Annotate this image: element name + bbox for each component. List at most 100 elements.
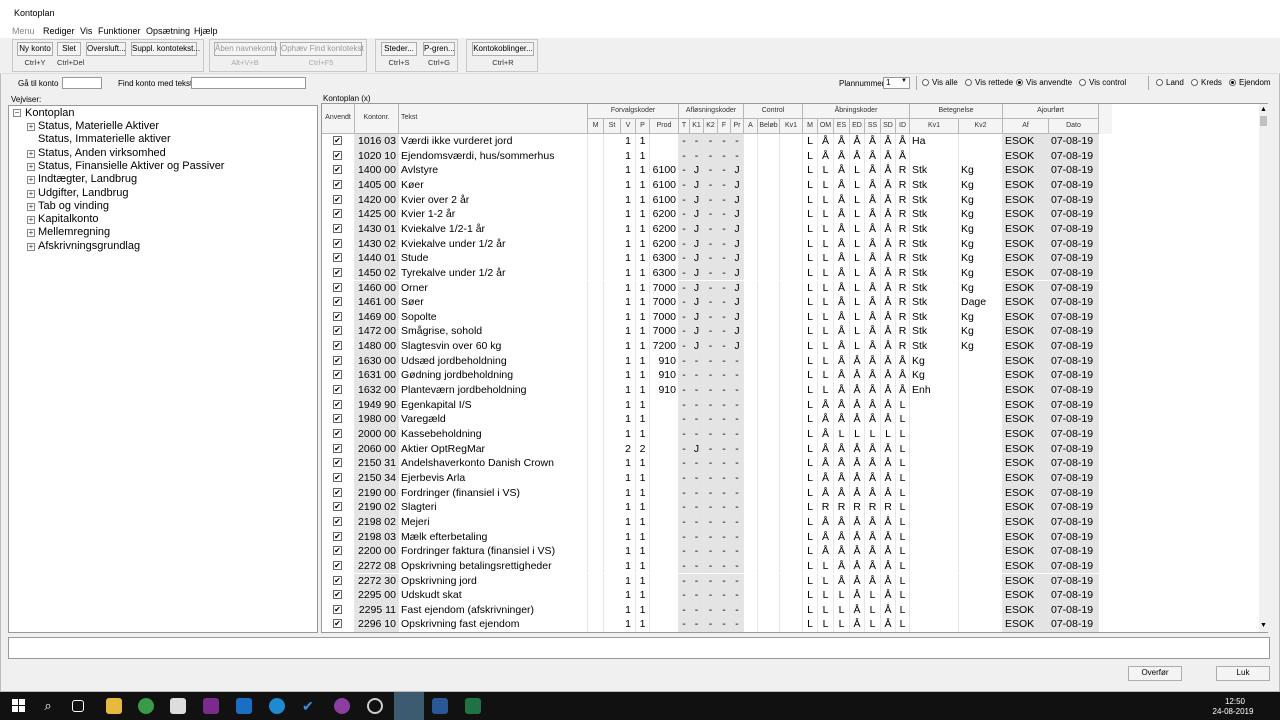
search-icon[interactable]: ⌕ <box>40 698 56 714</box>
checkmark-app-icon[interactable]: ✔ <box>302 698 318 714</box>
column-header-0[interactable]: Anvendt <box>322 104 355 134</box>
view-radio-2[interactable] <box>1016 79 1023 86</box>
checkbox-checked-icon[interactable]: ✔ <box>333 297 342 307</box>
cell-tekst-2[interactable]: Orner <box>399 280 588 296</box>
cell-tekst-2[interactable]: Slagtesvin over 60 kg <box>399 339 588 354</box>
view-radio-1[interactable] <box>965 79 972 86</box>
tree-item-9[interactable]: Afskrivningsgrundlag <box>38 240 140 252</box>
expand-icon[interactable]: + <box>27 229 35 238</box>
cell-tekst-2[interactable]: Gødning jordbeholdning <box>399 368 588 384</box>
excel-icon[interactable] <box>465 698 481 714</box>
expand-icon[interactable]: + <box>27 189 35 198</box>
column-header-8[interactable]: T <box>679 119 690 134</box>
cell-tekst-2[interactable]: Opskrivning betalingsrettigheder <box>399 558 588 574</box>
close-button[interactable]: Luk <box>1216 666 1270 681</box>
tree-item-6[interactable]: Tab og vinding <box>38 200 109 212</box>
toolbar-button-g2-0[interactable]: Åben navnekonto <box>214 42 277 56</box>
windows-start-icon[interactable] <box>12 699 26 713</box>
expand-icon[interactable]: + <box>27 162 35 171</box>
table-row[interactable]: ✔ 1020 10 Ejendomsværdi, hus/sommerhus 1 1- -… <box>322 148 1100 164</box>
table-row[interactable]: ✔ 1425 00 Kvier 1-2 år 1 1 6200- J - - J L L Å L Å Å R St… <box>322 207 1100 222</box>
toolbar-button-g1-3[interactable]: Suppl. kontotekst... <box>131 42 200 56</box>
checkbox-checked-icon[interactable]: ✔ <box>333 311 342 321</box>
level-radio-2[interactable] <box>1229 79 1236 86</box>
expand-icon[interactable]: + <box>27 216 35 225</box>
checkbox-checked-icon[interactable]: ✔ <box>333 209 342 219</box>
checkbox-checked-icon[interactable]: ✔ <box>333 267 342 277</box>
tree-item-1[interactable]: Status, Immaterielle aktiver <box>38 133 171 145</box>
cell-tekst-2[interactable]: Stude <box>399 251 588 266</box>
column-header-14[interactable]: Beløb <box>758 119 780 134</box>
toolbar-button-g3-1[interactable]: P-gren... <box>423 42 455 56</box>
checkbox-checked-icon[interactable]: ✔ <box>333 223 342 233</box>
column-header-19[interactable]: ED <box>850 119 865 134</box>
tree-item-8[interactable]: Mellemregning <box>38 226 110 238</box>
tree-item-7[interactable]: Kapitalkonto <box>38 213 99 225</box>
tree-item-3[interactable]: Status, Finansielle Aktiver og Passiver <box>38 160 224 172</box>
checkbox-checked-icon[interactable]: ✔ <box>333 136 342 145</box>
checkbox-checked-icon[interactable]: ✔ <box>333 443 342 453</box>
table-row[interactable]: ✔ 1016 03 Værdi ikke vurderet jord 1 1- - - - - L… <box>322 134 1100 149</box>
table-row[interactable]: ✔ 2295 11 Fast ejendom (afskrivninger) 1 1- -… <box>322 602 1100 618</box>
scroll-down-icon[interactable]: ▼ <box>1260 622 1267 629</box>
column-header-1[interactable]: Kontonr. <box>355 104 399 134</box>
level-radio-1[interactable] <box>1191 79 1198 86</box>
table-row[interactable]: ✔ 1430 02 Kviekalve under 1/2 år 1 1 6200- J - -… <box>322 236 1100 252</box>
cell-tekst-2[interactable]: Værdi ikke vurderet jord <box>399 134 588 149</box>
table-row[interactable]: ✔ 1440 01 Stude 1 1 6300- J - - J L L Å L Å Å R Stk Kg ESOK… <box>322 251 1100 266</box>
column-header-11[interactable]: F <box>718 119 731 134</box>
toolbar-button-g1-2[interactable]: Oversluft... <box>86 42 126 56</box>
cell-tekst-2[interactable]: Mælk efterbetaling <box>399 529 588 545</box>
column-header-3[interactable]: M <box>588 119 604 134</box>
cell-tekst-2[interactable]: Kvier over 2 år <box>399 192 588 208</box>
checkbox-checked-icon[interactable]: ✔ <box>333 531 342 541</box>
cell-tekst-2[interactable]: Varegæld <box>399 412 588 427</box>
column-header-4[interactable]: St <box>604 119 621 134</box>
checkbox-checked-icon[interactable]: ✔ <box>333 150 342 160</box>
column-header-16[interactable]: M <box>803 119 818 134</box>
menu-item-3[interactable]: Funktioner <box>98 26 141 36</box>
checkbox-checked-icon[interactable]: ✔ <box>333 487 342 497</box>
table-row[interactable]: ✔ 2200 00 Fordringer faktura (finansiel i … <box>322 544 1100 559</box>
cell-tekst-2[interactable]: Andelshaverkonto Danish Crown <box>399 456 588 471</box>
toolbar-button-g1-1[interactable]: Slet <box>57 42 81 56</box>
column-header-13[interactable]: A <box>744 119 758 134</box>
table-row[interactable]: ✔ 2190 02 Slagteri 1 1- - - - - L R R R R R L ESOK 07-08-… <box>322 500 1100 515</box>
cell-tekst-2[interactable]: Opskrivning jord <box>399 573 588 589</box>
column-header-10[interactable]: K2 <box>704 119 718 134</box>
onenote-icon[interactable] <box>203 698 219 714</box>
table-row[interactable]: ✔ 1630 00 Udsæd jordbeholdning 1 1 910- - - - - L L… <box>322 353 1100 369</box>
checkbox-checked-icon[interactable]: ✔ <box>333 399 342 409</box>
table-row[interactable]: ✔ 1405 00 Køer 1 1 6100- J - - J L L Å L Å Å R Stk Kg ESOK 0… <box>322 177 1100 193</box>
expand-icon[interactable]: + <box>27 242 35 251</box>
table-row[interactable]: ✔ 1460 00 Orner 1 1 7000- J - - J L L Å L Å Å R Stk Kg ESOK… <box>322 280 1100 296</box>
checkbox-checked-icon[interactable]: ✔ <box>333 326 342 336</box>
cell-tekst-2[interactable]: Smågrise, sohold <box>399 324 588 340</box>
table-row[interactable]: ✔ 1949 90 Egenkapital I/S 1 1- - - - - L Å Å Å Å Å L ESO… <box>322 397 1100 413</box>
file-explorer-icon[interactable] <box>106 698 122 714</box>
column-header-9[interactable]: K1 <box>690 119 704 134</box>
checkbox-checked-icon[interactable]: ✔ <box>333 472 342 482</box>
cell-tekst-2[interactable]: Kviekalve under 1/2 år <box>399 236 588 252</box>
cell-tekst-2[interactable]: Planteværn jordbeholdning <box>399 383 588 398</box>
table-row[interactable]: ✔ 2060 00 Aktier OptRegMar 2 2- J - - - L Å Å Å Å Å L ES… <box>322 441 1100 457</box>
tree-item-5[interactable]: Udgifter, Landbrug <box>38 187 129 199</box>
expand-icon[interactable]: + <box>27 123 35 131</box>
column-header-21[interactable]: SD <box>881 119 896 134</box>
cell-tekst-2[interactable]: Aktier OptRegMar <box>399 441 588 457</box>
view-radio-3[interactable] <box>1079 79 1086 86</box>
table-row[interactable]: ✔ 2198 02 Mejeri 1 1- - - - - L Å Å Å Å Å L ESOK 07-08-19 <box>322 514 1100 530</box>
checkbox-checked-icon[interactable]: ✔ <box>333 385 342 395</box>
word-icon[interactable] <box>432 698 448 714</box>
cell-tekst-2[interactable]: Udsæd jordbeholdning <box>399 353 588 369</box>
collapse-icon[interactable]: − <box>13 109 21 117</box>
table-row[interactable]: ✔ 2272 08 Opskrivning betalingsrettigheder… <box>322 558 1100 574</box>
table-row[interactable]: ✔ 1480 00 Slagtesvin over 60 kg 1 1 7200- J - - J… <box>322 339 1100 354</box>
column-header-12[interactable]: Pr <box>731 119 744 134</box>
checkbox-checked-icon[interactable]: ✔ <box>333 516 342 526</box>
goto-input[interactable] <box>62 77 102 89</box>
checkbox-checked-icon[interactable]: ✔ <box>333 355 342 365</box>
tree-item-2[interactable]: Status, Anden virksomhed <box>38 147 166 159</box>
toolbar-button-g1-0[interactable]: Ny konto <box>17 42 53 56</box>
cell-tekst-2[interactable]: Søer <box>399 295 588 310</box>
